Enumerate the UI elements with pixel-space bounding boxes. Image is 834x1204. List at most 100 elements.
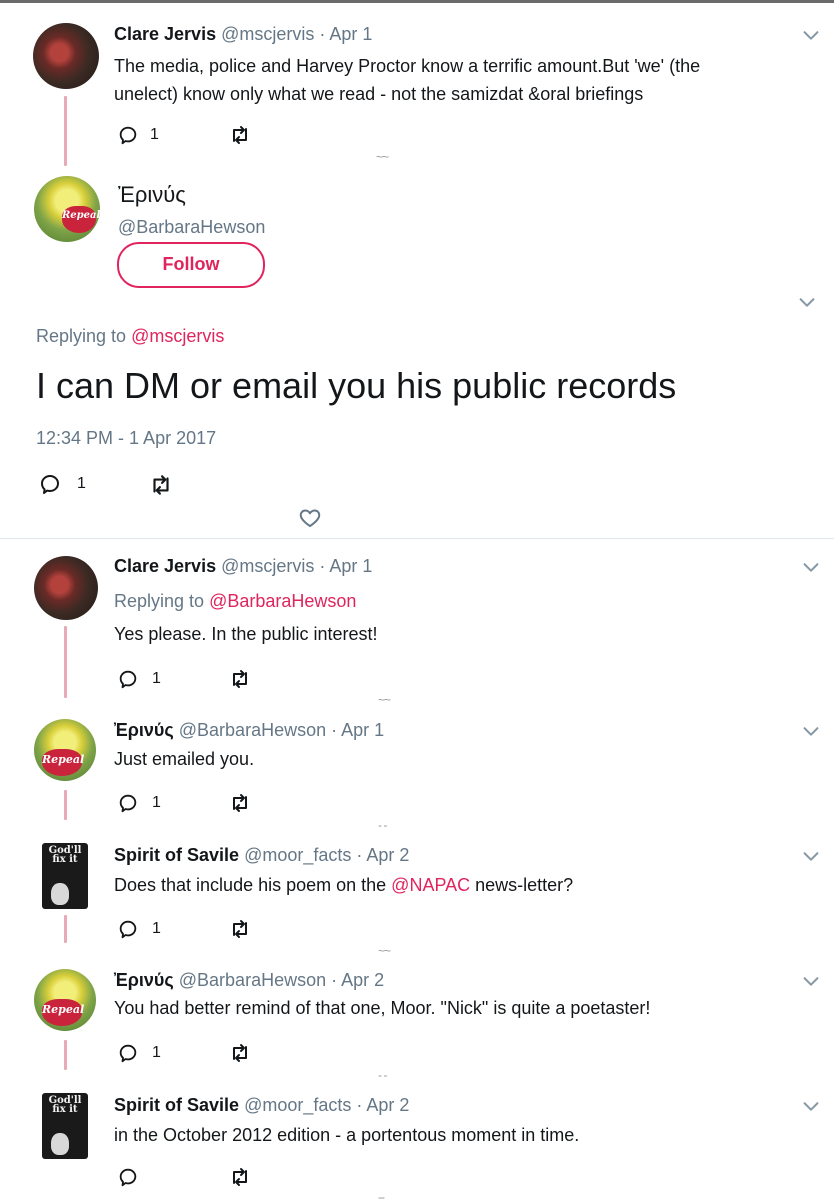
avatar-book-title: God'll fix it — [48, 1095, 82, 1115]
reply-count: 1 — [77, 475, 86, 492]
author-name[interactable]: Spirit of Savile — [114, 1095, 239, 1115]
reply-icon[interactable] — [117, 792, 139, 814]
author-handle[interactable]: @moor_facts — [244, 845, 351, 865]
reply-icon[interactable] — [38, 472, 62, 496]
tweet-date[interactable]: · Apr 2 — [356, 845, 409, 865]
follow-button[interactable]: Follow — [117, 242, 265, 288]
tweet-text: Yes please. In the public interest! — [114, 624, 378, 644]
tweet-date[interactable]: · Apr 1 — [319, 24, 372, 44]
thread-line — [64, 790, 67, 820]
author-name[interactable]: Spirit of Savile — [114, 845, 239, 865]
replying-to: Replying to @BarbaraHewson — [114, 591, 356, 612]
author-handle[interactable]: @moor_facts — [244, 1095, 351, 1115]
avatar[interactable]: Repeal — [34, 176, 100, 242]
repeal-badge: Repeal — [42, 999, 84, 1026]
avatar-book-title: God'll fix it — [48, 845, 82, 865]
tweet-text: Does that include his poem on the @NAPAC… — [114, 875, 573, 896]
author-name[interactable]: Ἐρινύς — [118, 182, 186, 208]
retweet-icon[interactable] — [228, 1041, 252, 1065]
tweet-timestamp[interactable]: 12:34 PM - 1 Apr 2017 — [36, 428, 216, 449]
tweet-header: Spirit of Savile @moor_facts · Apr 2 — [114, 1095, 409, 1116]
author-handle[interactable]: @mscjervis — [221, 556, 314, 576]
tweet-header: Ἐρινύς @BarbaraHewson · Apr 2 — [114, 970, 384, 991]
tweet-date[interactable]: · Apr 2 — [356, 1095, 409, 1115]
more-dots-icon[interactable]: - - — [378, 818, 387, 832]
tweet-header: Clare Jervis @mscjervis · Apr 1 — [114, 556, 372, 577]
reply-icon[interactable] — [117, 1166, 139, 1188]
retweet-icon[interactable] — [228, 791, 252, 815]
chevron-down-icon[interactable] — [800, 556, 822, 578]
author-handle[interactable]: @BarbaraHewson — [179, 970, 326, 990]
author-name[interactable]: Clare Jervis — [114, 556, 216, 576]
chevron-down-icon[interactable] — [800, 720, 822, 742]
author-handle[interactable]: @mscjervis — [221, 24, 314, 44]
reply-count: 1 — [150, 126, 159, 143]
avatar[interactable]: God'll fix it — [42, 843, 88, 909]
retweet-icon[interactable] — [148, 472, 174, 498]
more-dots-icon[interactable]: ~~ — [376, 150, 389, 164]
author-handle[interactable]: @BarbaraHewson — [179, 720, 326, 740]
more-dots-icon[interactable]: - - — [378, 1068, 387, 1082]
author-name[interactable]: Ἐρινύς — [114, 720, 174, 740]
replying-to: Replying to @mscjervis — [36, 326, 224, 347]
author-handle[interactable]: @BarbaraHewson — [118, 217, 265, 238]
reply-count: 1 — [152, 920, 161, 937]
mention-link[interactable]: @mscjervis — [131, 326, 224, 346]
reply-icon[interactable] — [117, 1042, 139, 1064]
thread-line — [64, 96, 67, 166]
chevron-down-icon[interactable] — [796, 291, 818, 313]
tweet-text: Just emailed you. — [114, 749, 255, 769]
tweet-header: Clare Jervis @mscjervis · Apr 1 — [114, 24, 372, 45]
tweet-text: in the October 2012 edition - a portento… — [114, 1125, 580, 1145]
reply-count: 1 — [152, 794, 161, 811]
tweet-date[interactable]: · Apr 2 — [331, 970, 384, 990]
mention-link[interactable]: @BarbaraHewson — [209, 591, 356, 611]
section-divider — [0, 538, 834, 539]
tweet-text-line: unelect) know only what we read - not th… — [114, 84, 644, 104]
reply-count: 1 — [152, 670, 161, 687]
retweet-icon[interactable] — [228, 1165, 252, 1189]
reply-icon[interactable] — [117, 668, 139, 690]
like-icon[interactable] — [298, 506, 322, 530]
avatar[interactable] — [34, 556, 98, 620]
replying-prefix: Replying to — [36, 326, 127, 346]
thread-line — [64, 1040, 67, 1070]
avatar-face — [51, 1133, 69, 1155]
avatar[interactable]: God'll fix it — [42, 1093, 88, 1159]
replying-prefix: Replying to — [114, 591, 205, 611]
chevron-down-icon[interactable] — [800, 24, 822, 46]
top-border — [0, 0, 834, 3]
thread-line — [64, 915, 67, 943]
mention-link[interactable]: @NAPAC — [391, 875, 470, 895]
chevron-down-icon[interactable] — [800, 970, 822, 992]
tweet-header: Ἐρινύς @BarbaraHewson · Apr 1 — [114, 720, 384, 741]
reply-count: 1 — [152, 1044, 161, 1061]
chevron-down-icon[interactable] — [800, 1095, 822, 1117]
tweet-text: You had better remind of that one, Moor.… — [114, 998, 651, 1018]
reply-icon[interactable] — [117, 124, 139, 146]
reply-icon[interactable] — [117, 918, 139, 940]
chevron-down-icon[interactable] — [800, 845, 822, 867]
retweet-icon[interactable] — [228, 917, 252, 941]
tweet-text-line: The media, police and Harvey Proctor kno… — [114, 56, 701, 76]
tweet-text: The media, police and Harvey Proctor kno… — [114, 52, 814, 108]
avatar[interactable] — [33, 23, 99, 89]
retweet-icon[interactable] — [228, 667, 252, 691]
repeal-badge: Repeal — [62, 206, 100, 233]
repeal-badge: Repeal — [42, 749, 84, 776]
author-name[interactable]: Clare Jervis — [114, 24, 216, 44]
tweet-date[interactable]: · Apr 1 — [331, 720, 384, 740]
tweet-text-segment: news-letter? — [470, 875, 574, 895]
avatar-face — [51, 883, 69, 905]
author-name[interactable]: Ἐρινύς — [114, 970, 174, 990]
tweet-header: Spirit of Savile @moor_facts · Apr 2 — [114, 845, 409, 866]
avatar[interactable]: Repeal — [34, 719, 96, 781]
tweet-date[interactable]: · Apr 1 — [319, 556, 372, 576]
more-dots-icon[interactable]: ~~ — [378, 693, 391, 707]
avatar[interactable]: Repeal — [34, 969, 96, 1031]
more-dots-icon[interactable]: -- — [378, 1190, 385, 1204]
more-dots-icon[interactable]: ~~ — [378, 944, 391, 958]
tweet-text: I can DM or email you his public records — [36, 365, 677, 406]
retweet-icon[interactable] — [228, 123, 252, 147]
thread-line — [64, 626, 67, 698]
